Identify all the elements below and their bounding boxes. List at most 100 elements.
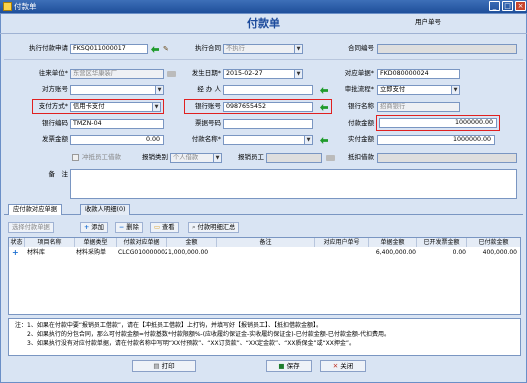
- column-header: 已付款金额: [467, 238, 520, 247]
- pay-name-select[interactable]: ▼: [223, 135, 313, 145]
- add-label: 添加: [91, 224, 104, 231]
- select-doc-button[interactable]: 选择付款单据: [8, 222, 54, 233]
- table-row[interactable]: + 材料库 材料采购单 CLCG0100000020 1,000,000.00 …: [9, 248, 520, 258]
- issue-date-select[interactable]: 2015-02-27 ▼: [223, 69, 303, 79]
- invoice-amount-label: 发票金额: [42, 135, 68, 143]
- doc-no-field[interactable]: FKD080000024: [377, 69, 460, 79]
- exec-req-field[interactable]: FKSQ011000017: [70, 44, 148, 54]
- chevron-down-icon: ▼: [213, 154, 221, 162]
- divider: [4, 59, 523, 60]
- chevron-down-icon: ▼: [294, 45, 302, 53]
- contract-no-label: 合同编号: [348, 44, 374, 52]
- window-title: 付款单: [14, 2, 37, 11]
- delete-button[interactable]: − 删除: [115, 222, 143, 233]
- column-header: 备注: [217, 238, 315, 247]
- close-window-button[interactable]: ×: [515, 1, 526, 11]
- exec-contract-select[interactable]: 不执行 ▼: [223, 44, 303, 54]
- exec-req-label: 执行付款申请: [29, 44, 68, 52]
- bank-account-field[interactable]: 0987655452: [223, 102, 313, 112]
- table-cell: [218, 248, 315, 257]
- borrow-employee-field[interactable]: [266, 153, 322, 163]
- chevron-down-icon: ▼: [304, 136, 312, 144]
- column-header: 状态: [9, 238, 25, 247]
- actual-amount-label: 实付金额: [348, 135, 374, 143]
- row-add-icon[interactable]: +: [12, 248, 22, 257]
- actual-amount-field[interactable]: 1000000.00: [377, 135, 495, 145]
- flow-select[interactable]: 立即支付 ▼: [377, 85, 460, 95]
- borrow-checkbox[interactable]: [72, 154, 79, 161]
- party-account-label: 对方账号: [42, 85, 68, 93]
- summary-label: 付款明细汇总: [197, 224, 236, 231]
- pay-amount-field[interactable]: 1000000.00: [379, 118, 497, 128]
- ticket-code-field[interactable]: [223, 119, 313, 129]
- print-button[interactable]: ▤ 打印: [132, 360, 196, 372]
- table-cell: 1,000,000.00: [168, 249, 209, 256]
- issue-date-value: 2015-02-27: [226, 70, 263, 77]
- borrow-type-value: 个人借款: [173, 154, 199, 161]
- pay-method-label: 支付方式*: [38, 102, 68, 110]
- exec-contract-label: 执行合同: [195, 44, 221, 52]
- chevron-down-icon: ▼: [451, 86, 459, 94]
- borrow-type-select[interactable]: 个人借款 ▼: [170, 153, 222, 163]
- column-header: 金额: [167, 238, 217, 247]
- remark-textarea[interactable]: [70, 169, 517, 199]
- column-header: 单据金额: [369, 238, 417, 247]
- bank-name-field[interactable]: 招商银行: [377, 102, 460, 112]
- borrow-check-label: 冲抵员工借款: [82, 153, 121, 161]
- issue-date-label: 发生日期*: [191, 69, 221, 77]
- bank-code-label: 银行编码: [42, 119, 68, 127]
- chevron-down-icon: ▼: [152, 103, 160, 111]
- app-icon: [3, 2, 12, 11]
- borrow-employee-label: 报销员工: [238, 153, 264, 161]
- lookup-icon[interactable]: [167, 71, 176, 77]
- minus-icon: −: [119, 224, 125, 231]
- handler-field[interactable]: [223, 85, 313, 95]
- remark-label: 备 注: [48, 170, 69, 178]
- add-button[interactable]: + 添加: [80, 222, 108, 233]
- view-label: 查看: [161, 224, 175, 231]
- close-button[interactable]: ✕ 关闭: [320, 360, 366, 372]
- flow-label: 审批流程*: [344, 85, 374, 93]
- plus-icon: +: [84, 224, 90, 231]
- note-line: 3、如果执行没有对应付款单据，请在付款名称中写明“XX付预款”、“XX订货款”、…: [27, 340, 356, 347]
- close-label: 关闭: [340, 362, 354, 370]
- tab-payable-docs[interactable]: 应付款对应单据: [8, 204, 63, 215]
- note-line: 注：1、如果在付款中要“报销员工借款”，请在【冲抵员工借款】上打钩，并填写好【报…: [15, 322, 323, 329]
- bank-name-label: 银行名称: [348, 102, 374, 110]
- table-cell: 0.00: [452, 249, 466, 256]
- select-doc-label: 选择付款单据: [12, 224, 50, 231]
- doc-no-label: 对应单据*: [344, 69, 374, 77]
- pay-method-value: 信用卡支付: [73, 103, 105, 110]
- view-button[interactable]: ▭ 查看: [150, 222, 179, 233]
- edit-icon[interactable]: ✎: [163, 45, 172, 53]
- partner-field[interactable]: 东营区华康装厂: [70, 69, 164, 79]
- maximize-button[interactable]: □: [502, 1, 513, 11]
- table-cell: 6,400,000.00: [375, 249, 416, 256]
- save-icon: ■: [278, 362, 285, 370]
- close-icon: ✕: [332, 362, 339, 370]
- tab-payee-details[interactable]: 收款人明细(0): [80, 204, 131, 215]
- chevron-down-icon: ▼: [155, 86, 163, 94]
- table-cell: [316, 248, 369, 257]
- save-button[interactable]: ■ 保存: [266, 360, 312, 372]
- payable-docs-table: 状态 项目名称 单据类型 付款对应单据 金额 备注 对应用户单号 单据金额 已开…: [8, 237, 521, 315]
- ticket-code-label: 票据号码: [195, 119, 221, 127]
- offset-amount-field[interactable]: [377, 153, 517, 163]
- bank-account-label: 银行账号: [195, 102, 221, 110]
- column-header: 付款对应单据: [117, 238, 167, 247]
- table-cell: CLCG0100000020: [118, 249, 167, 256]
- folder-icon: ▭: [154, 224, 160, 231]
- column-header: 项目名称: [25, 238, 75, 247]
- handler-label: 经 办 人: [197, 85, 221, 93]
- contract-no-field[interactable]: [377, 44, 517, 54]
- notes-panel: 注：1、如果在付款中要“报销员工借款”，请在【冲抵员工借款】上打钩，并填写好【报…: [8, 318, 521, 356]
- party-account-select[interactable]: ▼: [70, 85, 164, 95]
- minimize-button[interactable]: _: [489, 1, 500, 11]
- lookup-icon[interactable]: [326, 155, 335, 161]
- pay-method-select[interactable]: 信用卡支付 ▼: [70, 102, 161, 112]
- invoice-amount-field[interactable]: 0.00: [70, 135, 164, 145]
- flow-value: 立即支付: [380, 86, 406, 93]
- summary-button[interactable]: ⌕ 付款明细汇总: [188, 222, 240, 233]
- printer-icon: ▤: [153, 362, 160, 370]
- bank-code-field[interactable]: TMZN-04: [70, 119, 164, 129]
